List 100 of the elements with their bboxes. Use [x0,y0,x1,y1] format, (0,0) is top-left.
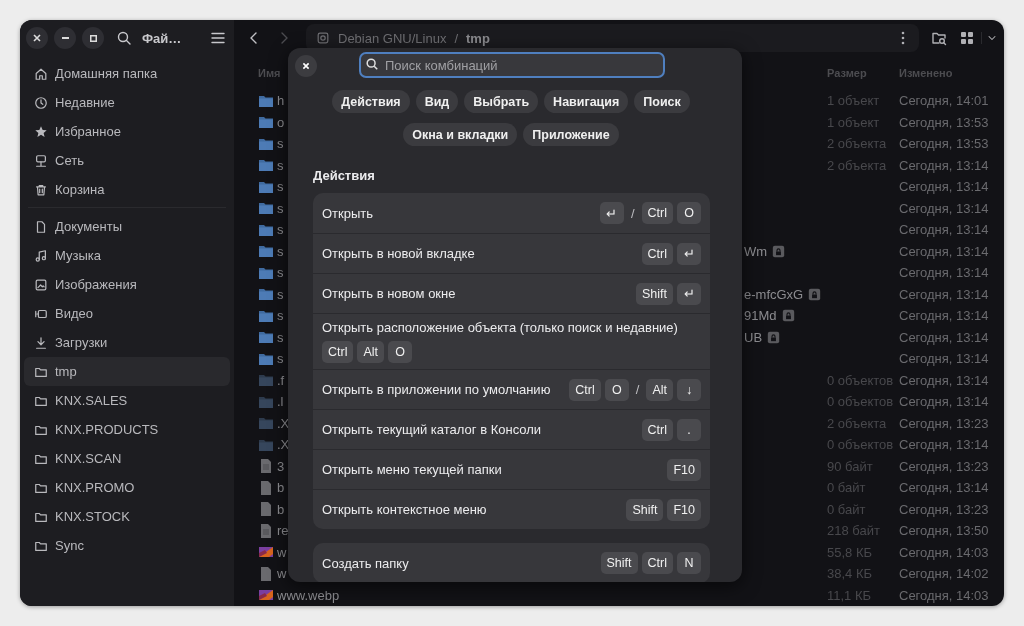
category-chip[interactable]: Действия [332,90,410,113]
monitor-icon [34,153,48,168]
clock-icon [34,95,48,110]
path-segment[interactable]: tmp [466,30,490,46]
close-icon [33,34,41,42]
file-modified: Сегодня, 13:23 [899,501,990,517]
shortcut-label: Открыть [322,205,375,221]
file-name: www.webp [277,587,340,603]
file-modified: Сегодня, 13:14 [899,480,990,496]
minimize-button[interactable] [54,27,76,49]
file-modified: Сегодня, 13:53 [899,136,990,152]
file-modified: Сегодня, 13:14 [899,265,990,281]
category-chip[interactable]: Навигация [544,90,629,113]
grid-icon[interactable] [959,30,975,46]
category-chip[interactable]: Вид [415,90,459,113]
key-cap: . [677,418,701,441]
key-cap: Alt [357,341,385,363]
window-title: Фай… [142,30,183,46]
sidebar-item[interactable]: KNX.STOCK [24,502,230,531]
file-modified: Сегодня, 14:01 [899,93,990,109]
sidebar-item[interactable]: Загрузки [24,328,230,357]
file-icon [258,501,274,518]
file-name: s [277,351,285,367]
folder-icon [258,329,274,346]
menu-icon[interactable] [210,30,226,46]
key-cap: Shift [600,552,638,574]
sidebar-item[interactable]: Видео [24,299,230,328]
sidebar-item[interactable]: Домашняя папка [24,59,230,88]
close-icon [300,60,312,72]
music-note-icon [34,248,48,263]
search-icon [365,57,379,71]
shortcut-label: Создать папку [322,555,410,571]
sidebar-item[interactable]: Музыка [24,241,230,270]
close-button[interactable] [295,55,317,77]
key-cap: Shift [626,498,664,521]
path-bar[interactable]: Debian GNU/Linux / tmp [306,24,919,52]
shortcut-label: Открыть контекстное меню [322,502,488,517]
file-modified: Сегодня, 13:14 [899,286,990,302]
shortcut-label: Открыть в новом окне [322,286,457,301]
sidebar-item[interactable]: KNX.PRODUCTS [24,415,230,444]
file-name: Wm [744,243,768,259]
file-name: .X [277,437,290,453]
category-chip[interactable]: Окна и вкладки [403,123,518,146]
file-modified: Сегодня, 13:14 [899,222,990,238]
sidebar-item[interactable]: Сеть [24,146,230,175]
key-cap: N [677,552,701,574]
category-chip[interactable]: Поиск [634,90,690,113]
category-chip[interactable]: Приложение [523,123,619,146]
file-modified: Сегодня, 14:03 [899,544,990,560]
file-modified: Сегодня, 13:14 [899,372,990,388]
file-modified: Сегодня, 13:14 [899,351,990,367]
key-cap: O [677,202,701,224]
file-name: s [277,329,285,345]
file-name: 91Md [744,308,777,324]
sidebar-item[interactable]: KNX.PROMO [24,473,230,502]
text-file-icon [258,522,274,539]
file-name: s [277,286,285,302]
key-cap: Ctrl [641,552,673,574]
sidebar-item[interactable]: tmp [24,357,230,386]
key-cap: F10 [667,498,701,521]
search-icon[interactable] [116,30,132,46]
folder-icon [258,372,274,389]
path-separator: / [454,30,458,46]
file-name: .l [277,394,285,410]
file-icon [258,565,274,582]
file-modified: Сегодня, 13:14 [899,200,990,216]
maximize-icon [89,34,97,42]
file-name: UB [744,329,763,345]
folder-search-icon[interactable] [931,30,947,46]
file-modified: Сегодня, 13:50 [899,523,990,539]
close-button[interactable] [26,27,48,49]
key-cap: O [604,378,629,401]
file-name: s [277,265,285,281]
sidebar-item[interactable]: Изображения [24,270,230,299]
category-chip[interactable]: Выбрать [464,90,539,113]
file-name: s [277,200,285,216]
file-modified: Сегодня, 13:14 [899,437,990,453]
file-modified: Сегодня, 14:02 [899,566,990,582]
sidebar-item[interactable]: Корзина [24,175,230,204]
sidebar-item[interactable]: Избранное [24,117,230,146]
key-cap: F10 [667,458,701,481]
sidebar-item[interactable]: Sync [24,531,230,560]
sidebar-item[interactable]: KNX.SCAN [24,444,230,473]
folder-icon [258,157,274,174]
sidebar-item[interactable]: KNX.SALES [24,386,230,415]
sidebar-item[interactable]: Недавние [24,88,230,117]
shortcut-label: Открыть текущий каталог в Консоли [322,422,543,437]
key-cap: ↵ [599,202,624,224]
shortcut-label: Открыть расположение объекта (только поиск и недавние) [322,320,678,336]
file-modified: Сегодня, 14:03 [899,587,990,603]
file-name: .f [277,372,286,388]
search-field[interactable]: Поиск комбинаций [359,52,665,78]
file-name: o [277,114,286,130]
folder-icon [258,200,274,217]
maximize-button[interactable] [82,27,104,49]
sidebar-item[interactable]: Документы [24,212,230,241]
key-cap: O [388,341,413,363]
file-name: s [277,222,285,238]
file-name: w [277,544,288,560]
file-name: e-mfcGxG [744,286,804,302]
